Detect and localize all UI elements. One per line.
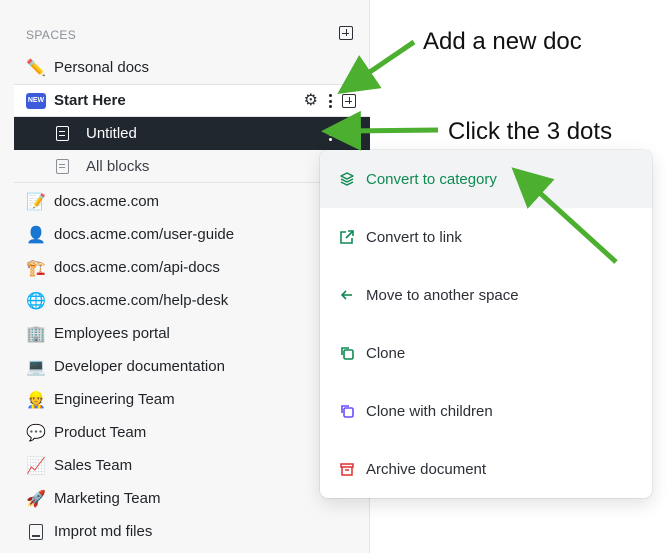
sidebar-item-label: docs.acme.com/help-desk xyxy=(54,292,229,309)
sidebar-item-label: Engineering Team xyxy=(54,391,175,408)
worker-emoji-icon: 👷 xyxy=(26,391,46,409)
sidebar-item-developer-docs[interactable]: 💻 Developer documentation xyxy=(14,350,370,383)
sidebar-item-label: Personal docs xyxy=(54,59,150,76)
spaces-header: SPACES xyxy=(26,28,356,44)
sidebar-item-docs-acme[interactable]: 📝 docs.acme.com xyxy=(14,185,370,218)
rocket-emoji-icon: 🚀 xyxy=(26,490,46,508)
sidebar-item-label: Product Team xyxy=(54,424,147,441)
menu-item-label: Convert to link xyxy=(366,228,462,246)
sidebar-item-label: All blocks xyxy=(86,157,150,175)
document-icon xyxy=(52,156,72,176)
sidebar-item-user-guide[interactable]: 👤 docs.acme.com/user-guide xyxy=(14,218,370,251)
sidebar-item-label: Employees portal xyxy=(54,325,170,342)
menu-item-convert-to-link[interactable]: Convert to link xyxy=(320,208,652,266)
sidebar-item-marketing-team[interactable]: 🚀 Marketing Team xyxy=(14,482,370,515)
menu-item-label: Convert to category xyxy=(366,170,497,188)
more-dots-icon[interactable] xyxy=(328,127,332,141)
gear-icon[interactable]: ⚙ xyxy=(304,93,318,109)
pencil-emoji-icon: ✏️ xyxy=(26,59,46,77)
laptop-emoji-icon: 💻 xyxy=(26,358,46,376)
archive-icon xyxy=(338,460,356,478)
annotation-click-dots: Click the 3 dots xyxy=(448,118,613,145)
office-emoji-icon: 🏢 xyxy=(26,325,46,343)
start-here-actions: ⚙ xyxy=(304,93,356,109)
sidebar-item-label: docs.acme.com/api-docs xyxy=(54,259,220,276)
sidebar: SPACES ✏️ Personal docs NEW Start Here ⚙… xyxy=(0,0,370,553)
spaces-label: SPACES xyxy=(26,28,77,42)
sidebar-item-label: Start Here xyxy=(54,92,126,109)
add-child-icon[interactable] xyxy=(345,126,352,140)
sidebar-item-label: Sales Team xyxy=(54,457,133,474)
globe-emoji-icon: 🌐 xyxy=(26,292,46,310)
add-doc-icon[interactable] xyxy=(342,94,356,108)
add-space-icon[interactable] xyxy=(339,26,353,40)
sidebar-item-label: Improt md files xyxy=(54,523,153,540)
layers-icon xyxy=(338,170,356,188)
clone-children-icon xyxy=(338,402,356,420)
sidebar-item-label: docs.acme.com xyxy=(54,193,160,210)
sidebar-item-engineering-team[interactable]: 👷 Engineering Team xyxy=(14,383,370,416)
untitled-actions xyxy=(328,127,332,141)
sidebar-item-product-team[interactable]: 💬 Product Team xyxy=(14,416,370,449)
sidebar-item-label: Untitled xyxy=(86,125,137,142)
sidebar-item-import-md[interactable]: Improt md files xyxy=(14,515,370,548)
sidebar-item-sales-team[interactable]: 📈 Sales Team xyxy=(14,449,370,482)
new-badge-icon: NEW xyxy=(26,92,46,109)
sidebar-item-untitled[interactable]: Untitled xyxy=(14,117,370,150)
menu-item-label: Move to another space xyxy=(366,286,519,304)
external-link-icon xyxy=(338,228,356,246)
document-context-menu: Convert to category Convert to link Move… xyxy=(320,150,652,498)
sidebar-item-label: Developer documentation xyxy=(54,358,225,375)
sidebar-item-start-here[interactable]: NEW Start Here ⚙ xyxy=(14,84,370,117)
speech-bubble-emoji-icon: 💬 xyxy=(26,424,46,442)
clone-icon xyxy=(338,344,356,362)
memo-emoji-icon: 📝 xyxy=(26,193,46,211)
sidebar-item-all-blocks[interactable]: All blocks xyxy=(14,150,370,183)
tablet-icon xyxy=(26,522,46,542)
sidebar-item-label: Marketing Team xyxy=(54,490,161,507)
menu-item-label: Clone with children xyxy=(366,402,493,420)
menu-item-archive[interactable]: Archive document xyxy=(320,440,652,498)
menu-item-clone[interactable]: Clone xyxy=(320,324,652,382)
annotation-add-doc: Add a new doc xyxy=(423,28,582,55)
arrow-left-icon xyxy=(338,286,356,304)
menu-item-label: Clone xyxy=(366,344,406,362)
sidebar-item-help-desk[interactable]: 🌐 docs.acme.com/help-desk xyxy=(14,284,370,317)
menu-item-move-to-space[interactable]: Move to another space xyxy=(320,266,652,324)
menu-item-clone-with-children[interactable]: Clone with children xyxy=(320,382,652,440)
construction-emoji-icon: 🏗️ xyxy=(26,259,46,277)
more-dots-icon[interactable] xyxy=(328,94,332,108)
sidebar-item-employees-portal[interactable]: 🏢 Employees portal xyxy=(14,317,370,350)
chart-emoji-icon: 📈 xyxy=(26,457,46,475)
sidebar-item-api-docs[interactable]: 🏗️ docs.acme.com/api-docs xyxy=(14,251,370,284)
sidebar-item-personal-docs[interactable]: ✏️ Personal docs xyxy=(14,51,370,84)
sidebar-item-label: docs.acme.com/user-guide xyxy=(54,226,235,243)
menu-item-label: Archive document xyxy=(366,460,487,478)
person-emoji-icon: 👤 xyxy=(26,226,46,244)
menu-item-convert-to-category[interactable]: Convert to category xyxy=(320,150,652,208)
document-icon xyxy=(52,124,72,144)
